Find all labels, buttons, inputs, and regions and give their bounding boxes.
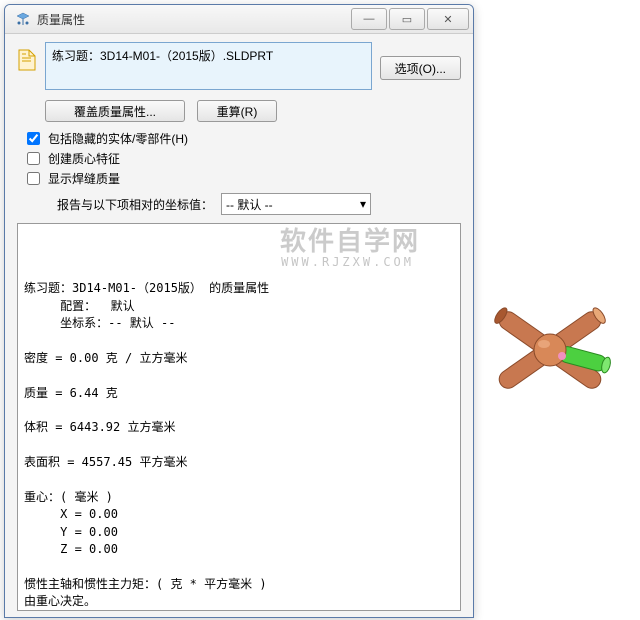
coord-select[interactable]: -- 默认 -- ▾ <box>221 193 371 215</box>
create-com-input[interactable] <box>27 152 40 165</box>
document-icon <box>17 48 37 72</box>
include-hidden-label: 包括隐藏的实体/零部件(H) <box>48 130 188 147</box>
recalculate-button[interactable]: 重算(R) <box>197 100 277 122</box>
watermark-text: 软件自学网 <box>280 224 420 262</box>
maximize-button[interactable]: ▭ <box>389 8 425 30</box>
app-icon <box>15 11 31 27</box>
coord-value: -- 默认 -- <box>226 196 273 213</box>
mass-properties-window: 质量属性 — ▭ ✕ 练习题：3D14-M01-（2015版）.SLDPRT 选… <box>4 4 474 618</box>
show-weld-checkbox[interactable]: 显示焊缝质量 <box>27 170 461 187</box>
include-hidden-input[interactable] <box>27 132 40 145</box>
minimize-button[interactable]: — <box>351 8 387 30</box>
content-area: 练习题：3D14-M01-（2015版）.SLDPRT 选项(O)... 覆盖质… <box>5 34 473 618</box>
results-textbox[interactable]: 软件自学网 WWW.RJZXW.COM 练习题：3D14-M01-（2015版）… <box>17 223 461 611</box>
filename-input[interactable]: 练习题：3D14-M01-（2015版）.SLDPRT <box>45 42 372 90</box>
chevron-down-icon: ▾ <box>360 197 366 211</box>
show-weld-input[interactable] <box>27 172 40 185</box>
override-mass-button[interactable]: 覆盖质量属性... <box>45 100 185 122</box>
options-button[interactable]: 选项(O)... <box>380 56 461 80</box>
close-button[interactable]: ✕ <box>427 8 469 30</box>
model-3d-preview <box>470 270 630 430</box>
include-hidden-checkbox[interactable]: 包括隐藏的实体/零部件(H) <box>27 130 461 147</box>
watermark-url: WWW.RJZXW.COM <box>281 254 414 271</box>
create-com-label: 创建质心特征 <box>48 150 120 167</box>
window-title: 质量属性 <box>37 11 349 28</box>
titlebar[interactable]: 质量属性 — ▭ ✕ <box>5 5 473 34</box>
show-weld-label: 显示焊缝质量 <box>48 170 120 187</box>
coord-label: 报告与以下项相对的坐标值： <box>57 196 213 213</box>
create-com-checkbox[interactable]: 创建质心特征 <box>27 150 461 167</box>
